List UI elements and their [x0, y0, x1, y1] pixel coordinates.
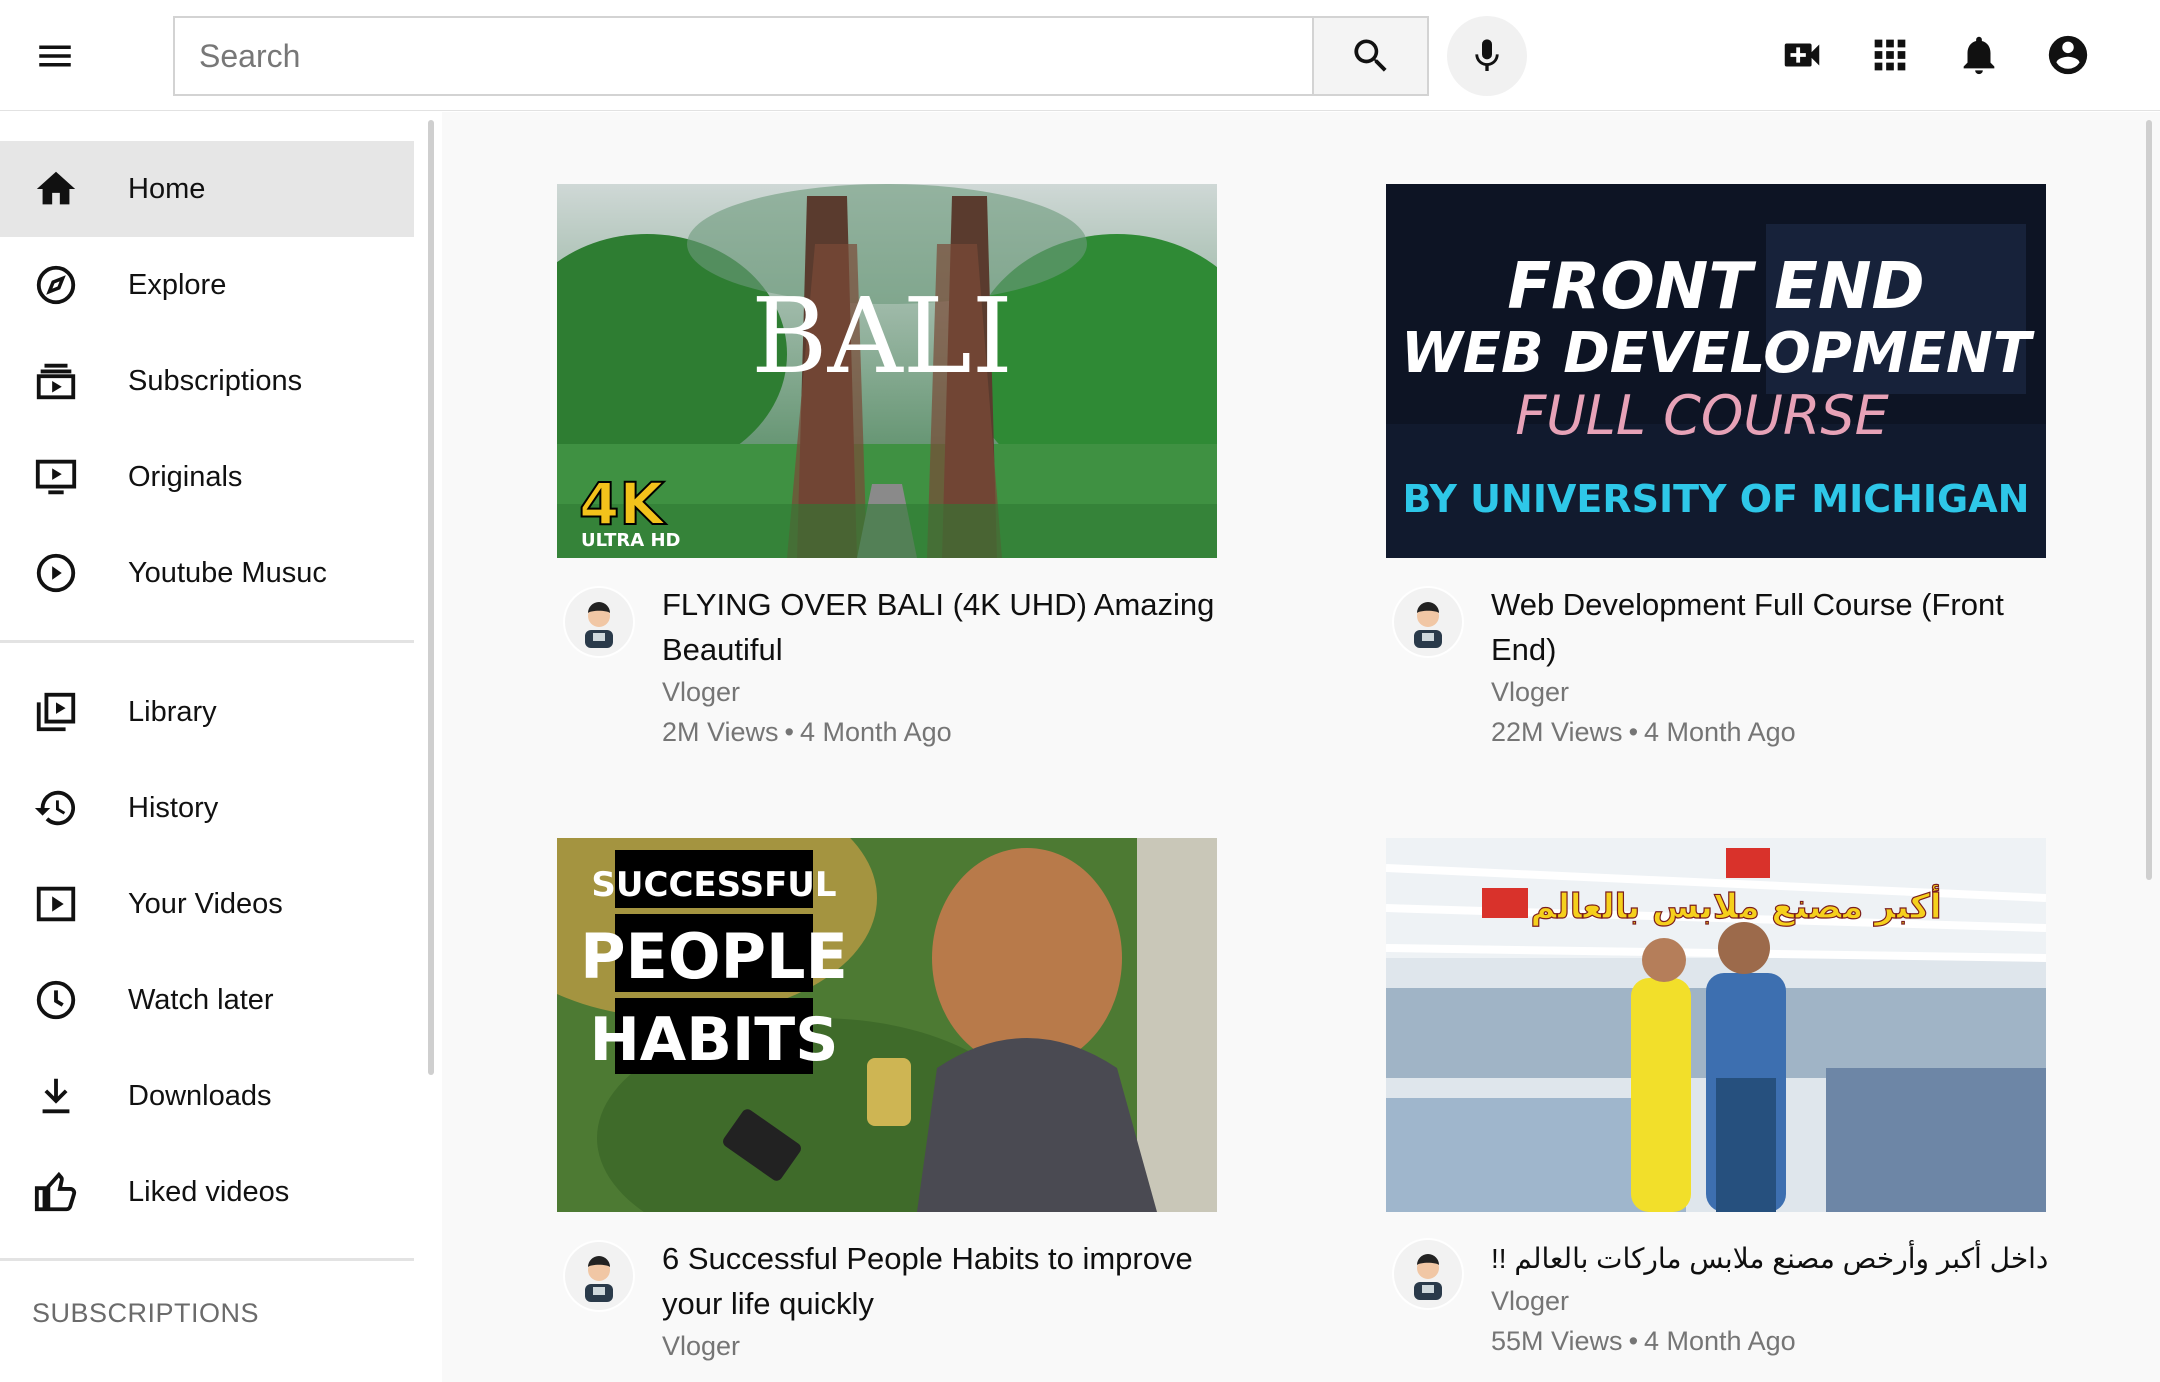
- channel-avatar[interactable]: [1392, 586, 1464, 658]
- bell-icon[interactable]: [1949, 25, 2009, 85]
- video-thumbnail[interactable]: SUCCESSFUL PEOPLE HABITS: [557, 838, 1217, 1212]
- channel-avatar[interactable]: [563, 586, 635, 658]
- video-title[interactable]: FLYING OVER BALI (4K UHD) Amazing Beauti…: [662, 582, 1222, 672]
- video-title[interactable]: داخل أكبر وأرخص مصنع ملابس ماركات بالعال…: [1491, 1236, 2051, 1281]
- your-videos-icon: [30, 880, 82, 928]
- thumbnail-text: SUCCESSFUL: [591, 865, 836, 905]
- factory-thumbnail-image: أكبر مصنع ملابس بالعالم: [1386, 838, 2046, 1212]
- sidebar-item-label: Library: [128, 696, 217, 728]
- sidebar-item-watch-later[interactable]: Watch later: [0, 952, 414, 1048]
- main-scrollbar[interactable]: [2146, 120, 2152, 880]
- video-meta: 55M Views • 4 Month Ago: [1491, 1326, 1796, 1356]
- video-meta: 22M Views • 4 Month Ago: [1491, 717, 1796, 747]
- search-box: [173, 16, 1313, 96]
- habits-thumbnail-image: SUCCESSFUL PEOPLE HABITS: [557, 838, 1217, 1212]
- video-thumbnail[interactable]: BALI 4K ULTRA HD: [557, 184, 1217, 558]
- sidebar-item-label: Downloads: [128, 1080, 272, 1112]
- sidebar-item-history[interactable]: History: [0, 760, 414, 856]
- search-input[interactable]: [175, 18, 1313, 94]
- video-feed: BALI 4K ULTRA HD FLYING OVER BALI (4K UH…: [442, 112, 2160, 1382]
- library-icon: [30, 688, 82, 736]
- upload-age: 4 Month Ago: [1644, 1326, 1796, 1356]
- thumbnail-text: HABITS: [590, 1005, 839, 1075]
- search-icon: [1353, 39, 1387, 72]
- upload-age: 4 Month Ago: [800, 717, 952, 747]
- sidebar-scrollbar[interactable]: [428, 120, 434, 1075]
- video-meta: 2M Views • 4 Month Ago: [662, 717, 952, 747]
- channel-name[interactable]: Vloger: [662, 1331, 740, 1362]
- home-icon: [30, 165, 82, 213]
- channel-avatar[interactable]: [1392, 1238, 1464, 1310]
- channel-avatar[interactable]: [563, 1240, 635, 1312]
- sidebar-item-liked-videos[interactable]: Liked videos: [0, 1144, 414, 1240]
- clock-icon: [30, 976, 82, 1024]
- account-icon[interactable]: [2038, 25, 2098, 85]
- sidebar-item-library[interactable]: Library: [0, 664, 414, 760]
- subscriptions-heading: SUBSCRIPTIONS: [32, 1298, 260, 1328]
- sidebar-item-label: Home: [128, 173, 206, 205]
- view-count: 22M Views: [1491, 717, 1623, 747]
- video-thumbnail[interactable]: أكبر مصنع ملابس بالعالم: [1386, 838, 2046, 1212]
- thumbnail-text: BY UNIVERSITY OF MICHIGAN: [1403, 477, 2030, 521]
- sidebar-item-youtube-music[interactable]: Youtube Musuc: [0, 525, 414, 621]
- sidebar-item-label: History: [128, 792, 219, 824]
- view-count: 2M Views: [662, 717, 779, 747]
- compass-icon: [30, 261, 82, 309]
- sidebar-item-your-videos[interactable]: Your Videos: [0, 856, 414, 952]
- video-add-icon[interactable]: [1772, 25, 1832, 85]
- thumbnail-text: أكبر مصنع ملابس بالعالم: [1530, 884, 1941, 927]
- channel-name[interactable]: Vloger: [1491, 1286, 1569, 1317]
- video-thumbnail[interactable]: FRONT END WEB DEVELOPMENT FULL COURSE BY…: [1386, 184, 2046, 558]
- sidebar-item-label: Liked videos: [128, 1176, 290, 1208]
- mic-button[interactable]: [1447, 16, 1527, 96]
- thumbnail-text: 4K: [579, 470, 666, 538]
- sidebar-item-home[interactable]: Home: [0, 141, 414, 237]
- top-header: [0, 0, 2160, 111]
- bali-thumbnail-image: BALI 4K ULTRA HD: [557, 184, 1217, 558]
- view-count: 55M Views: [1491, 1326, 1623, 1356]
- originals-icon: [30, 453, 82, 501]
- sidebar-item-label: Watch later: [128, 984, 274, 1016]
- history-icon: [30, 784, 82, 832]
- sidebar-item-label: Your Videos: [128, 888, 283, 920]
- thumbnail-text: PEOPLE: [580, 920, 848, 993]
- sidebar-item-subscriptions[interactable]: Subscriptions: [0, 333, 414, 429]
- thumbnail-text: BALI: [751, 275, 1013, 397]
- sidebar-divider: [0, 640, 414, 643]
- upload-age: 4 Month Ago: [1644, 717, 1796, 747]
- thumbnail-text: FRONT END: [1507, 250, 1924, 324]
- menu-icon[interactable]: [26, 28, 84, 84]
- mic-icon: [1475, 39, 1499, 71]
- thumbnail-text: FULL COURSE: [1515, 384, 1889, 447]
- sidebar: Home Explore Subscriptions Originals You…: [0, 111, 414, 1382]
- thumbnail-text: WEB DEVELOPMENT: [1401, 321, 2035, 386]
- sidebar-item-label: Explore: [128, 269, 227, 301]
- thumbs-up-icon: [30, 1168, 82, 1216]
- download-icon: [30, 1072, 82, 1120]
- apps-grid-icon[interactable]: [1860, 25, 1920, 85]
- sidebar-item-explore[interactable]: Explore: [0, 237, 414, 333]
- web-dev-thumbnail-image: FRONT END WEB DEVELOPMENT FULL COURSE BY…: [1386, 184, 2046, 558]
- video-title[interactable]: 6 Successful People Habits to improve yo…: [662, 1236, 1222, 1326]
- search-button[interactable]: [1312, 16, 1429, 96]
- sidebar-item-downloads[interactable]: Downloads: [0, 1048, 414, 1144]
- thumbnail-text: ULTRA HD: [581, 530, 680, 551]
- video-title[interactable]: Web Development Full Course (Front End): [1491, 582, 2051, 672]
- sidebar-item-label: Subscriptions: [128, 365, 303, 397]
- channel-name[interactable]: Vloger: [662, 677, 740, 708]
- sidebar-item-label: Originals: [128, 461, 243, 493]
- channel-name[interactable]: Vloger: [1491, 677, 1569, 708]
- sidebar-item-label: Youtube Musuc: [128, 557, 327, 589]
- sidebar-divider: [0, 1258, 414, 1261]
- sidebar-item-originals[interactable]: Originals: [0, 429, 414, 525]
- music-play-icon: [30, 549, 82, 597]
- subscriptions-icon: [30, 357, 82, 405]
